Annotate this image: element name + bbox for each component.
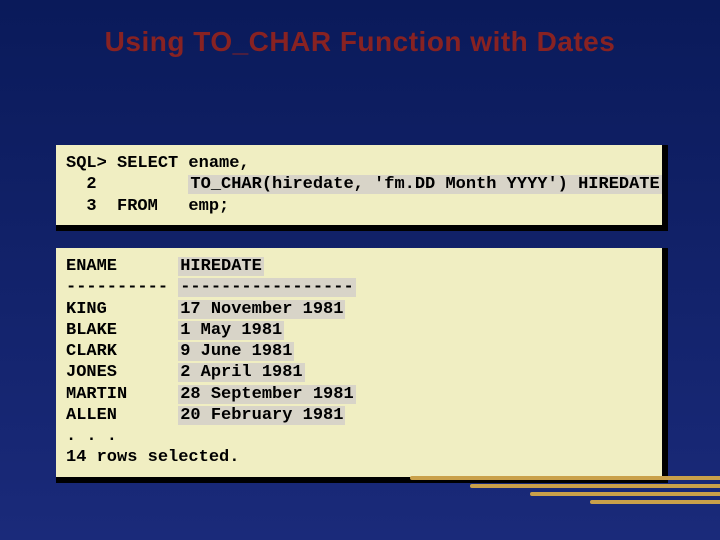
result-row-name: BLAKE <box>66 321 178 340</box>
slide-title: Using TO_CHAR Function with Dates <box>0 26 720 58</box>
result-header-ename: ENAME <box>66 257 178 276</box>
sql-query-box: SQL> SELECT ename, 2 TO_CHAR(hiredate, '… <box>56 145 668 231</box>
result-row-name: JONES <box>66 363 178 382</box>
result-row-date: 20 February 1981 <box>178 406 345 425</box>
result-row-name: ALLEN <box>66 406 178 425</box>
sql-result-box: ENAME HIREDATE ---------- --------------… <box>56 248 668 483</box>
result-row-name: CLARK <box>66 342 178 361</box>
sql-line-1: SQL> SELECT ename, <box>66 154 250 173</box>
result-row-date: 2 April 1981 <box>178 363 304 382</box>
decorative-stripe <box>470 484 720 488</box>
result-row-date: 1 May 1981 <box>178 321 284 340</box>
sql-line-2-highlight: TO_CHAR(hiredate, 'fm.DD Month YYYY') HI… <box>188 175 661 194</box>
result-footer: 14 rows selected. <box>66 448 239 467</box>
result-sep-hiredate: ----------------- <box>178 278 355 297</box>
result-row-name: KING <box>66 300 178 319</box>
result-row-name: MARTIN <box>66 385 178 404</box>
result-ellipsis: . . . <box>66 427 117 446</box>
result-row-date: 17 November 1981 <box>178 300 345 319</box>
sql-line-2-prefix: 2 <box>66 175 188 194</box>
sql-line-3: 3 FROM emp; <box>66 197 229 216</box>
decorative-stripe <box>530 492 720 496</box>
result-row-date: 28 September 1981 <box>178 385 355 404</box>
decorative-stripe <box>410 476 720 480</box>
result-sep-ename: ---------- <box>66 278 178 297</box>
decorative-stripe <box>590 500 720 504</box>
result-header-hiredate: HIREDATE <box>178 257 264 276</box>
result-row-date: 9 June 1981 <box>178 342 294 361</box>
